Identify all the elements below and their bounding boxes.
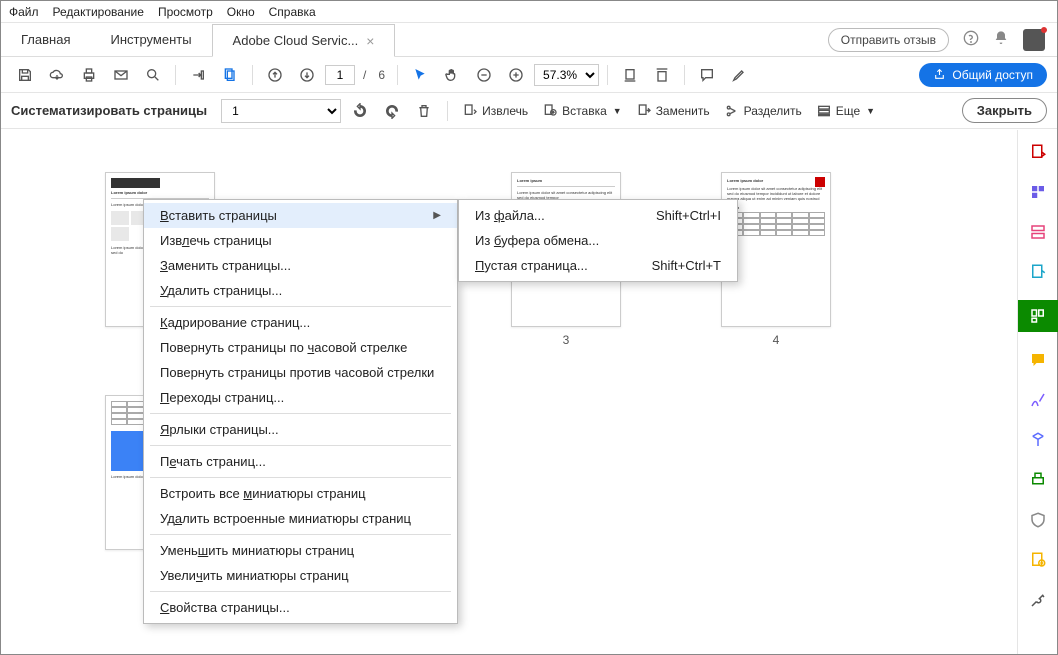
rail-more-tools-icon[interactable] <box>1026 548 1050 572</box>
rail-export-pdf-icon[interactable] <box>1026 140 1050 164</box>
print-icon[interactable] <box>75 61 103 89</box>
ctx-remove-embedded[interactable]: Удалить встроенные миниатюры страниц <box>144 506 457 531</box>
ctx-replace-pages[interactable]: Заменить страницы... <box>144 253 457 278</box>
ctx-embed-all[interactable]: Встроить все миниатюры страниц <box>144 481 457 506</box>
menu-help[interactable]: Справка <box>269 5 316 19</box>
zoom-select[interactable]: 57.3% <box>534 64 599 86</box>
page-range-select[interactable]: 1 <box>221 99 341 123</box>
tab-bar: Главная Инструменты Adobe Cloud Servic..… <box>1 23 1057 57</box>
ctx-rotate-cw[interactable]: Повернуть страницы по часовой стрелке <box>144 335 457 360</box>
ctx-enlarge[interactable]: Увеличить миниатюры страниц <box>144 563 457 588</box>
rotate-cw-icon[interactable] <box>379 98 405 124</box>
pointer-icon[interactable] <box>406 61 434 89</box>
rail-organize-icon[interactable] <box>1018 300 1058 332</box>
pan-icon[interactable] <box>438 61 466 89</box>
share-label: Общий доступ <box>952 68 1033 82</box>
rail-redact-icon[interactable] <box>1026 428 1050 452</box>
tab-document-label: Adobe Cloud Servic... <box>233 33 359 48</box>
fit-width-icon[interactable] <box>616 61 644 89</box>
ctx-delete-pages[interactable]: Удалить страницы... <box>144 278 457 303</box>
prev-page-icon[interactable] <box>261 61 289 89</box>
context-menu: Вставить страницы▶ Извлечь страницы Заме… <box>143 199 458 624</box>
organize-pages-toolbar: Систематизировать страницы 1 Извлечь Вст… <box>1 93 1057 129</box>
rail-edit-pdf-icon[interactable] <box>1026 180 1050 204</box>
highlight-icon[interactable] <box>725 61 753 89</box>
fit-page-icon[interactable] <box>648 61 676 89</box>
main-toolbar: / 6 57.3% Общий доступ <box>1 57 1057 93</box>
zoom-out-icon[interactable] <box>470 61 498 89</box>
tab-home[interactable]: Главная <box>1 23 90 56</box>
menu-file[interactable]: Файл <box>9 5 39 19</box>
hand-tool-icon[interactable] <box>184 61 212 89</box>
sub-from-file[interactable]: Из файла...Shift+Ctrl+I <box>459 203 737 228</box>
ctx-insert-pages[interactable]: Вставить страницы▶ <box>144 203 457 228</box>
ctx-labels[interactable]: Ярлыки страницы... <box>144 417 457 442</box>
tab-document[interactable]: Adobe Cloud Servic... × <box>212 24 396 57</box>
right-sidebar <box>1017 130 1057 654</box>
rail-comment-icon[interactable] <box>1026 260 1050 284</box>
more-button[interactable]: Еще▼ <box>812 101 879 121</box>
next-page-icon[interactable] <box>293 61 321 89</box>
menu-window[interactable]: Окно <box>227 5 255 19</box>
comment-icon[interactable] <box>693 61 721 89</box>
bell-icon[interactable] <box>993 30 1009 50</box>
rail-fill-sign-icon[interactable] <box>1026 348 1050 372</box>
mail-icon[interactable] <box>107 61 135 89</box>
page-thumb-3-label: 3 <box>511 333 621 347</box>
zoom-in-icon[interactable] <box>502 61 530 89</box>
save-icon[interactable] <box>11 61 39 89</box>
close-organize-button[interactable]: Закрыть <box>962 98 1047 123</box>
tab-tools[interactable]: Инструменты <box>90 23 211 56</box>
ctx-extract-pages[interactable]: Извлечь страницы <box>144 228 457 253</box>
rail-settings-icon[interactable] <box>1026 588 1050 612</box>
ctx-print[interactable]: Печать страниц... <box>144 449 457 474</box>
ctx-rotate-ccw[interactable]: Повернуть страницы против часовой стрелк… <box>144 360 457 385</box>
feedback-button[interactable]: Отправить отзыв <box>828 28 949 52</box>
share-button[interactable]: Общий доступ <box>919 63 1047 87</box>
rail-protect-icon[interactable] <box>1026 508 1050 532</box>
menu-bar: Файл Редактирование Просмотр Окно Справк… <box>1 1 1057 23</box>
replace-button[interactable]: Заменить <box>632 101 714 121</box>
rail-create-pdf-icon[interactable] <box>1026 220 1050 244</box>
page-number-input[interactable] <box>325 65 355 85</box>
cloud-icon[interactable] <box>43 61 71 89</box>
sub-from-clipboard[interactable]: Из буфера обмена... <box>459 228 737 253</box>
page-thumbnails-icon[interactable] <box>216 61 244 89</box>
ctx-transitions[interactable]: Переходы страниц... <box>144 385 457 410</box>
organize-pages-title: Систематизировать страницы <box>11 103 207 118</box>
rail-print-icon[interactable] <box>1026 468 1050 492</box>
search-icon[interactable] <box>139 61 167 89</box>
insert-submenu: Из файла...Shift+Ctrl+I Из буфера обмена… <box>458 199 738 282</box>
rail-sign-icon[interactable] <box>1026 388 1050 412</box>
extract-button[interactable]: Извлечь <box>458 101 532 121</box>
rotate-ccw-icon[interactable] <box>347 98 373 124</box>
close-tab-icon[interactable]: × <box>366 33 374 49</box>
page-thumb-4-label: 4 <box>721 333 831 347</box>
avatar[interactable] <box>1023 29 1045 51</box>
page-sep: / <box>363 68 366 82</box>
ctx-properties[interactable]: Свойства страницы... <box>144 595 457 620</box>
ctx-crop-pages[interactable]: Кадрирование страниц... <box>144 310 457 335</box>
page-total: 6 <box>378 68 385 82</box>
menu-edit[interactable]: Редактирование <box>53 5 144 19</box>
help-icon[interactable] <box>963 30 979 50</box>
delete-icon[interactable] <box>411 98 437 124</box>
sub-blank-page[interactable]: Пустая страница...Shift+Ctrl+T <box>459 253 737 278</box>
ctx-reduce[interactable]: Уменьшить миниатюры страниц <box>144 538 457 563</box>
insert-button[interactable]: Вставка▼ <box>538 101 626 121</box>
split-button[interactable]: Разделить <box>720 101 806 121</box>
menu-view[interactable]: Просмотр <box>158 5 213 19</box>
